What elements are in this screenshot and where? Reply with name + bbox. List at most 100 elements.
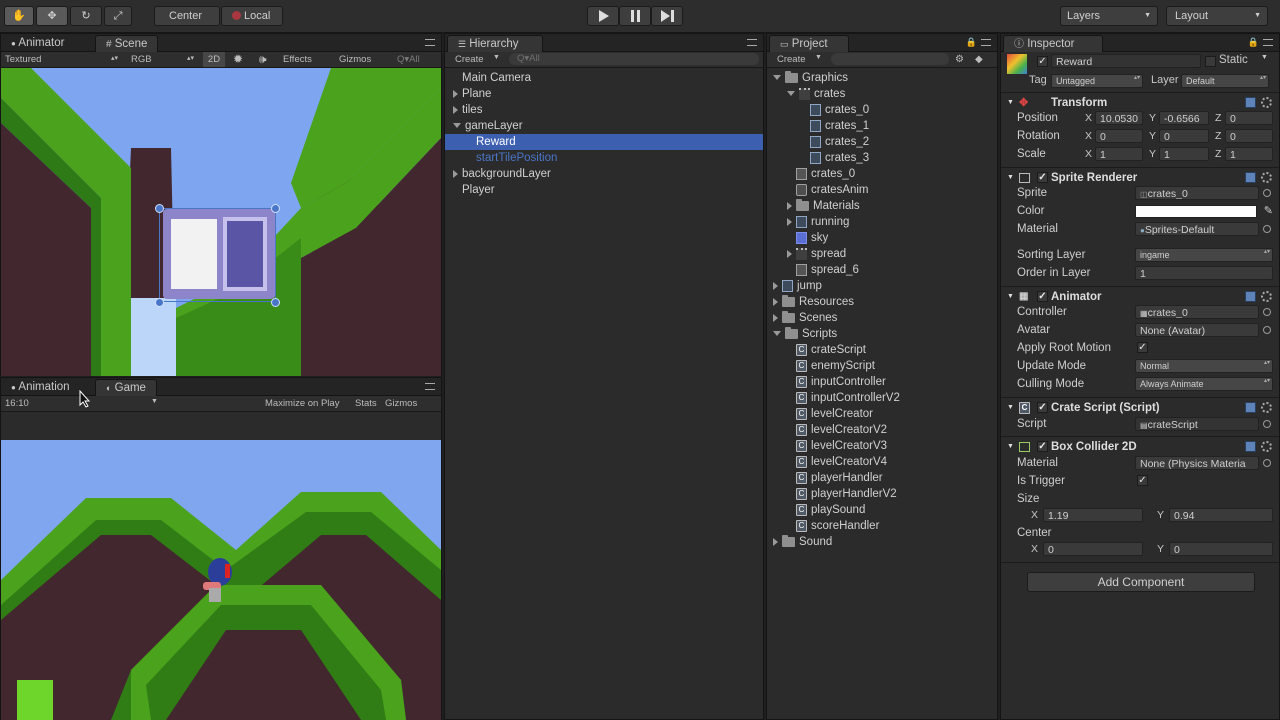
material-field[interactable]: ●Sprites-Default: [1135, 222, 1259, 236]
object-picker-icon[interactable]: [1263, 189, 1271, 197]
chevron-down-icon[interactable]: [773, 331, 781, 337]
scale-x-field[interactable]: 1: [1095, 147, 1143, 161]
rotation-z-field[interactable]: 0: [1225, 129, 1273, 143]
object-picker-icon[interactable]: [1263, 459, 1271, 467]
aspect-dropdown[interactable]: 16:10: [5, 398, 29, 409]
box-collider-enabled-checkbox[interactable]: ✓: [1037, 441, 1048, 452]
chevron-right-icon[interactable]: [453, 169, 458, 178]
hierarchy-item[interactable]: startTilePosition: [445, 150, 763, 166]
chevron-down-icon[interactable]: [773, 75, 781, 81]
project-item[interactable]: Scenes: [767, 310, 837, 326]
object-name-field[interactable]: Reward: [1051, 54, 1201, 68]
gear-icon[interactable]: [1261, 441, 1272, 452]
project-item[interactable]: crates_2: [767, 134, 869, 150]
project-item[interactable]: CplayerHandler: [767, 470, 883, 486]
project-create-dropdown[interactable]: Create: [777, 54, 806, 65]
eyedropper-icon[interactable]: ✎: [1264, 202, 1273, 220]
effects-dropdown[interactable]: Effects: [283, 54, 312, 65]
avatar-field[interactable]: None (Avatar): [1135, 323, 1259, 337]
gizmos-dropdown[interactable]: Gizmos: [339, 54, 371, 65]
resize-handle[interactable]: [155, 204, 164, 213]
play-button[interactable]: [587, 6, 619, 26]
panel-menu-icon[interactable]: [747, 39, 757, 46]
chevron-right-icon[interactable]: [453, 89, 458, 98]
hierarchy-item[interactable]: Reward: [445, 134, 763, 150]
position-y-field[interactable]: -0.6566: [1159, 111, 1209, 125]
controller-field[interactable]: ▦crates_0: [1135, 305, 1259, 319]
add-component-button[interactable]: Add Component: [1027, 572, 1255, 592]
hierarchy-item[interactable]: gameLayer: [445, 118, 763, 134]
project-item[interactable]: CscoreHandler: [767, 518, 879, 534]
chevron-right-icon[interactable]: [787, 249, 792, 258]
tab-hierarchy[interactable]: ☰ Hierarchy: [447, 35, 543, 52]
pause-button[interactable]: [619, 6, 651, 26]
physics-material-field[interactable]: None (Physics Materia: [1135, 456, 1259, 470]
resize-handle[interactable]: [155, 298, 164, 307]
chevron-right-icon[interactable]: [773, 537, 778, 546]
tab-scene[interactable]: # Scene: [95, 35, 159, 52]
update-mode-dropdown[interactable]: Normal: [1135, 359, 1273, 373]
maximize-on-play-toggle[interactable]: Maximize on Play: [265, 398, 339, 409]
object-picker-icon[interactable]: [1263, 225, 1271, 233]
tag-icon[interactable]: ◆: [975, 54, 983, 65]
move-tool-button[interactable]: ✥: [36, 6, 68, 26]
scene-viewport[interactable]: [1, 68, 441, 376]
rotate-tool-button[interactable]: ↻: [70, 6, 102, 26]
project-item[interactable]: CinputControllerV2: [767, 390, 900, 406]
project-item[interactable]: crates_0: [767, 102, 869, 118]
project-item[interactable]: Resources: [767, 294, 854, 310]
project-item[interactable]: ClevelCreatorV2: [767, 422, 887, 438]
animator-enabled-checkbox[interactable]: ✓: [1037, 291, 1048, 302]
project-item[interactable]: CplayerHandlerV2: [767, 486, 897, 502]
chevron-right-icon[interactable]: [773, 281, 778, 290]
tab-project[interactable]: ▭ Project: [769, 35, 849, 52]
box-collider-header[interactable]: ▼ ✓ Box Collider 2D: [1001, 436, 1279, 456]
gear-icon[interactable]: [1261, 291, 1272, 302]
project-item[interactable]: ClevelCreatorV4: [767, 454, 887, 470]
2d-toggle[interactable]: 2D: [203, 52, 225, 67]
pivot-center-button[interactable]: Center: [154, 6, 220, 26]
project-item[interactable]: crates_1: [767, 118, 869, 134]
help-icon[interactable]: [1245, 172, 1256, 183]
chevron-right-icon[interactable]: [773, 313, 778, 322]
panel-menu-icon[interactable]: [1263, 39, 1273, 46]
chevron-down-icon[interactable]: ▼: [1261, 54, 1268, 61]
hierarchy-item[interactable]: tiles: [445, 102, 763, 118]
hierarchy-create-dropdown[interactable]: Create: [455, 54, 484, 65]
draw-mode-dropdown[interactable]: Textured: [5, 54, 41, 65]
center-x-field[interactable]: 0: [1043, 542, 1143, 556]
sorting-layer-dropdown[interactable]: ingame: [1135, 248, 1273, 262]
pivot-local-button[interactable]: Local: [221, 6, 283, 26]
project-item[interactable]: ClevelCreatorV3: [767, 438, 887, 454]
scene-search-input[interactable]: Q▾All: [397, 54, 420, 65]
project-search-input[interactable]: [831, 53, 949, 65]
filter-icon[interactable]: ⚙: [955, 54, 964, 65]
project-item[interactable]: running: [767, 214, 849, 230]
help-icon[interactable]: [1245, 402, 1256, 413]
crate-script-header[interactable]: ▼ C ✓ Crate Script (Script): [1001, 397, 1279, 417]
hierarchy-item[interactable]: Player: [445, 182, 763, 198]
active-checkbox[interactable]: ✓: [1037, 56, 1048, 67]
culling-mode-dropdown[interactable]: Always Animate: [1135, 377, 1273, 391]
position-x-field[interactable]: 10.0530: [1095, 111, 1143, 125]
chevron-right-icon[interactable]: [787, 217, 792, 226]
object-picker-icon[interactable]: [1263, 326, 1271, 334]
layout-dropdown[interactable]: Layout ▼: [1166, 6, 1268, 26]
project-item[interactable]: Materials: [767, 198, 860, 214]
object-picker-icon[interactable]: [1263, 308, 1271, 316]
project-item[interactable]: sky: [767, 230, 828, 246]
project-item[interactable]: jump: [767, 278, 822, 294]
game-viewport[interactable]: [1, 440, 441, 720]
render-mode-dropdown[interactable]: RGB: [131, 54, 152, 65]
panel-menu-icon[interactable]: [425, 39, 435, 46]
tab-animation[interactable]: ● Animation: [1, 379, 80, 396]
color-swatch[interactable]: [1135, 205, 1257, 218]
chevron-down-icon[interactable]: [453, 123, 461, 129]
position-z-field[interactable]: 0: [1225, 111, 1273, 125]
step-button[interactable]: [651, 6, 683, 26]
project-item[interactable]: spread: [767, 246, 846, 262]
project-item[interactable]: cratesAnim: [767, 182, 869, 198]
hand-tool-button[interactable]: ✋: [4, 6, 34, 26]
gear-icon[interactable]: [1261, 402, 1272, 413]
layer-dropdown[interactable]: Default: [1181, 74, 1269, 88]
